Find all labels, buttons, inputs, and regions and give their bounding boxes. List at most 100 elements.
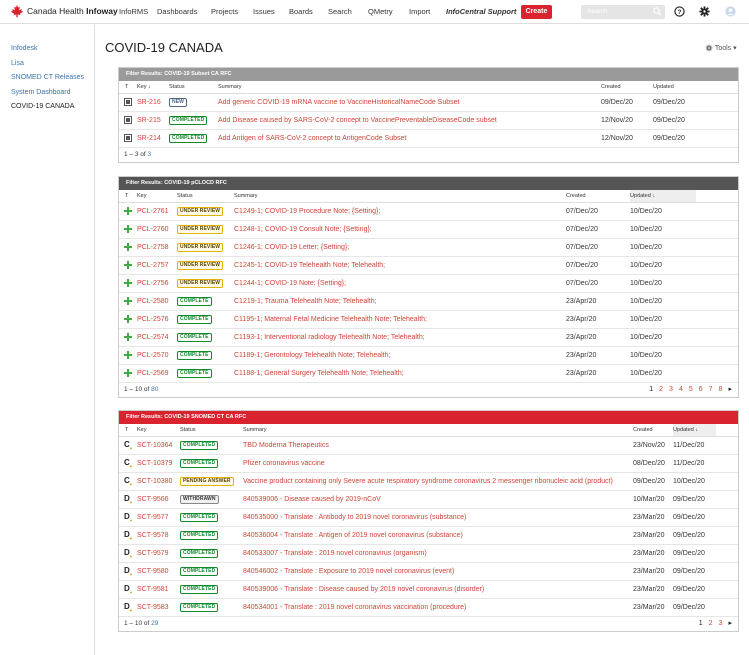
- issue-key-link[interactable]: SCT-10380: [137, 478, 172, 485]
- nav-import[interactable]: Import: [409, 7, 430, 16]
- issue-key-link[interactable]: SCT-10364: [137, 442, 172, 449]
- table-row[interactable]: D● SCT-9566 WITHDRAWN 840539006 - Disease c…: [119, 490, 738, 509]
- col-key[interactable]: Key ↓: [137, 81, 169, 94]
- issue-summary-link[interactable]: C1195-1; Maternal Fetal Medicine Telehea…: [234, 316, 427, 323]
- issue-summary-link[interactable]: C1246-1; COVID-19 Letter; {Setting};: [234, 244, 349, 251]
- issue-summary-link[interactable]: C1193-1; Interventional radiology Telehe…: [234, 334, 425, 341]
- issue-summary-link[interactable]: C1249-1; COVID-19 Procedure Note; {Setti…: [234, 208, 380, 215]
- issue-key-link[interactable]: SCT-9577: [137, 514, 169, 521]
- col-type[interactable]: T: [119, 190, 137, 203]
- issue-key-link[interactable]: PCL-2580: [137, 298, 169, 305]
- page-link[interactable]: 4: [679, 386, 683, 393]
- col-summary[interactable]: Summary: [234, 190, 566, 203]
- issue-key-link[interactable]: PCL-2761: [137, 208, 169, 215]
- page-link[interactable]: 1: [699, 620, 703, 627]
- sidebar-item-system-dashboard[interactable]: System Dashboard: [0, 86, 94, 101]
- nav-infocentral-support[interactable]: InfoCentral Support: [446, 7, 516, 16]
- col-created[interactable]: Created: [566, 190, 630, 203]
- col-summary[interactable]: Summary: [243, 424, 633, 437]
- table-row[interactable]: D● SCT-9577 COMPLETED 840535000 - Translate…: [119, 508, 738, 527]
- sidebar-item-infodesk[interactable]: Infodesk: [0, 42, 94, 57]
- issue-key-link[interactable]: PCL-2569: [137, 370, 169, 377]
- table-row[interactable]: D● SCT-9579 COMPLETED 840533007 - Translate…: [119, 544, 738, 563]
- issue-summary-link[interactable]: 840539006 - Disease caused by 2019-nCoV: [243, 496, 381, 503]
- issue-summary-link[interactable]: 840546002 - Translate : Exposure to 2019…: [243, 568, 454, 575]
- table-row[interactable]: SR-216 NEW Add generic COVID-19 mRNA vacci…: [119, 93, 738, 112]
- table-row[interactable]: PCL-2758 UNDER REVIEW C1246-1; COVID-19 Le…: [119, 238, 738, 257]
- issue-key-link[interactable]: PCL-2756: [137, 280, 169, 287]
- issue-key-link[interactable]: PCL-2760: [137, 226, 169, 233]
- nav-dashboards[interactable]: Dashboards: [157, 7, 197, 16]
- issue-summary-link[interactable]: TBD Moderna Therapeutics: [243, 442, 329, 449]
- nav-informs[interactable]: InfoRMS: [119, 7, 148, 16]
- table-row[interactable]: C● SCT-10364 COMPLETED TBD Moderna Therapeu…: [119, 436, 738, 455]
- issue-key-link[interactable]: SR-214: [137, 135, 161, 142]
- page-link[interactable]: 3: [669, 386, 673, 393]
- page-link[interactable]: 5: [689, 386, 693, 393]
- col-key[interactable]: Key: [137, 190, 177, 203]
- issue-key-link[interactable]: SCT-9580: [137, 568, 169, 575]
- table-row[interactable]: PCL-2580 COMPLETE C1219-1; Trauma Teleheal…: [119, 292, 738, 311]
- issue-key-link[interactable]: SR-215: [137, 117, 161, 124]
- issue-summary-link[interactable]: 840536004 - Translate : Antigen of 2019 …: [243, 532, 463, 539]
- page-link[interactable]: 2: [709, 620, 713, 627]
- table-row[interactable]: PCL-2576 COMPLETE C1195-1; Maternal Fetal …: [119, 310, 738, 329]
- issue-key-link[interactable]: PCL-2576: [137, 316, 169, 323]
- nav-issues[interactable]: Issues: [253, 7, 275, 16]
- col-key[interactable]: Key: [137, 424, 180, 437]
- issue-summary-link[interactable]: 840535000 - Translate : Antibody to 2019…: [243, 514, 466, 521]
- page-link[interactable]: 7: [709, 386, 713, 393]
- page-link[interactable]: 3: [719, 620, 723, 627]
- issue-summary-link[interactable]: Add Antigen of SARS-CoV-2 concept to Ant…: [218, 135, 406, 142]
- next-page-icon[interactable]: ▸: [728, 386, 732, 393]
- issue-summary-link[interactable]: C1248-1; COVID-19 Consult Note; {Setting…: [234, 226, 372, 233]
- table-row[interactable]: SR-214 COMPLETED Add Antigen of SARS-CoV-2…: [119, 129, 738, 148]
- issue-key-link[interactable]: SCT-9581: [137, 586, 169, 593]
- table-row[interactable]: D● SCT-9581 COMPLETED 840539006 - Translate…: [119, 580, 738, 599]
- issue-summary-link[interactable]: 840533007 - Translate : 2019 novel coron…: [243, 550, 427, 557]
- table-row[interactable]: D● SCT-9583 COMPLETED 840534001 - Translate…: [119, 598, 738, 617]
- issue-summary-link[interactable]: C1245-1; COVID-19 Telehealth Note; Teleh…: [234, 262, 385, 269]
- issue-summary-link[interactable]: Add Disease caused by SARS-CoV-2 concept…: [218, 117, 497, 124]
- issue-key-link[interactable]: SR-216: [137, 99, 161, 106]
- issue-key-link[interactable]: SCT-9566: [137, 496, 169, 503]
- infoway-logo[interactable]: Canada Health Infoway: [10, 4, 118, 18]
- tools-dropdown[interactable]: Tools ▾: [705, 44, 737, 52]
- issue-key-link[interactable]: PCL-2758: [137, 244, 169, 251]
- sidebar-item-covid-19-canada[interactable]: COVID-19 CANADA: [0, 100, 94, 115]
- nav-qmetry[interactable]: QMetry: [368, 7, 393, 16]
- col-created[interactable]: Created: [601, 81, 653, 94]
- issue-summary-link[interactable]: 840534001 - Translate : 2019 novel coron…: [243, 604, 466, 611]
- col-status[interactable]: Status: [169, 81, 218, 94]
- issue-summary-link[interactable]: Pfizer coronavirus vaccine: [243, 460, 325, 467]
- nav-boards[interactable]: Boards: [289, 7, 313, 16]
- issue-key-link[interactable]: PCL-2570: [137, 352, 169, 359]
- col-updated[interactable]: Updated ↓: [673, 424, 716, 437]
- issue-key-link[interactable]: SCT-9579: [137, 550, 169, 557]
- issue-key-link[interactable]: SCT-9578: [137, 532, 169, 539]
- issue-summary-link[interactable]: Add generic COVID-19 mRNA vaccine to Vac…: [218, 99, 459, 106]
- table-row[interactable]: PCL-2570 COMPLETE C1189-1; Gerontology Tel…: [119, 346, 738, 365]
- page-link[interactable]: 8: [719, 386, 723, 393]
- next-page-icon[interactable]: ▸: [728, 620, 732, 627]
- sidebar-item-snomed-ct-releases[interactable]: SNOMED CT Releases: [0, 71, 94, 86]
- col-status[interactable]: Status: [177, 190, 234, 203]
- table-row[interactable]: SR-215 COMPLETED Add Disease caused by SAR…: [119, 111, 738, 130]
- issue-summary-link[interactable]: C1189-1; Gerontology Telehealth Note; Te…: [234, 352, 390, 359]
- help-icon[interactable]: ?: [674, 6, 685, 17]
- nav-projects[interactable]: Projects: [211, 7, 238, 16]
- col-updated[interactable]: Updated ↓: [630, 190, 696, 203]
- gear-icon[interactable]: [699, 6, 710, 17]
- table-row[interactable]: PCL-2574 COMPLETE C1193-1; Interventional …: [119, 328, 738, 347]
- table-row[interactable]: PCL-2761 UNDER REVIEW C1249-1; COVID-19 Pr…: [119, 202, 738, 221]
- table-row[interactable]: PCL-2756 UNDER REVIEW C1244-1; COVID-19 No…: [119, 274, 738, 293]
- issue-key-link[interactable]: SCT-10379: [137, 460, 172, 467]
- table-row[interactable]: PCL-2757 UNDER REVIEW C1245-1; COVID-19 Te…: [119, 256, 738, 275]
- issue-key-link[interactable]: SCT-9583: [137, 604, 169, 611]
- table-row[interactable]: D● SCT-9578 COMPLETED 840536004 - Translate…: [119, 526, 738, 545]
- issue-summary-link[interactable]: 840539006 - Translate : Disease caused b…: [243, 586, 484, 593]
- issue-summary-link[interactable]: C1244-1; COVID-19 Note; {Setting};: [234, 280, 346, 287]
- table-row[interactable]: PCL-2569 COMPLETE C1188-1; General Surgery…: [119, 364, 738, 383]
- page-link[interactable]: 6: [699, 386, 703, 393]
- issue-summary-link[interactable]: C1219-1; Trauma Telehealth Note; Telehea…: [234, 298, 377, 305]
